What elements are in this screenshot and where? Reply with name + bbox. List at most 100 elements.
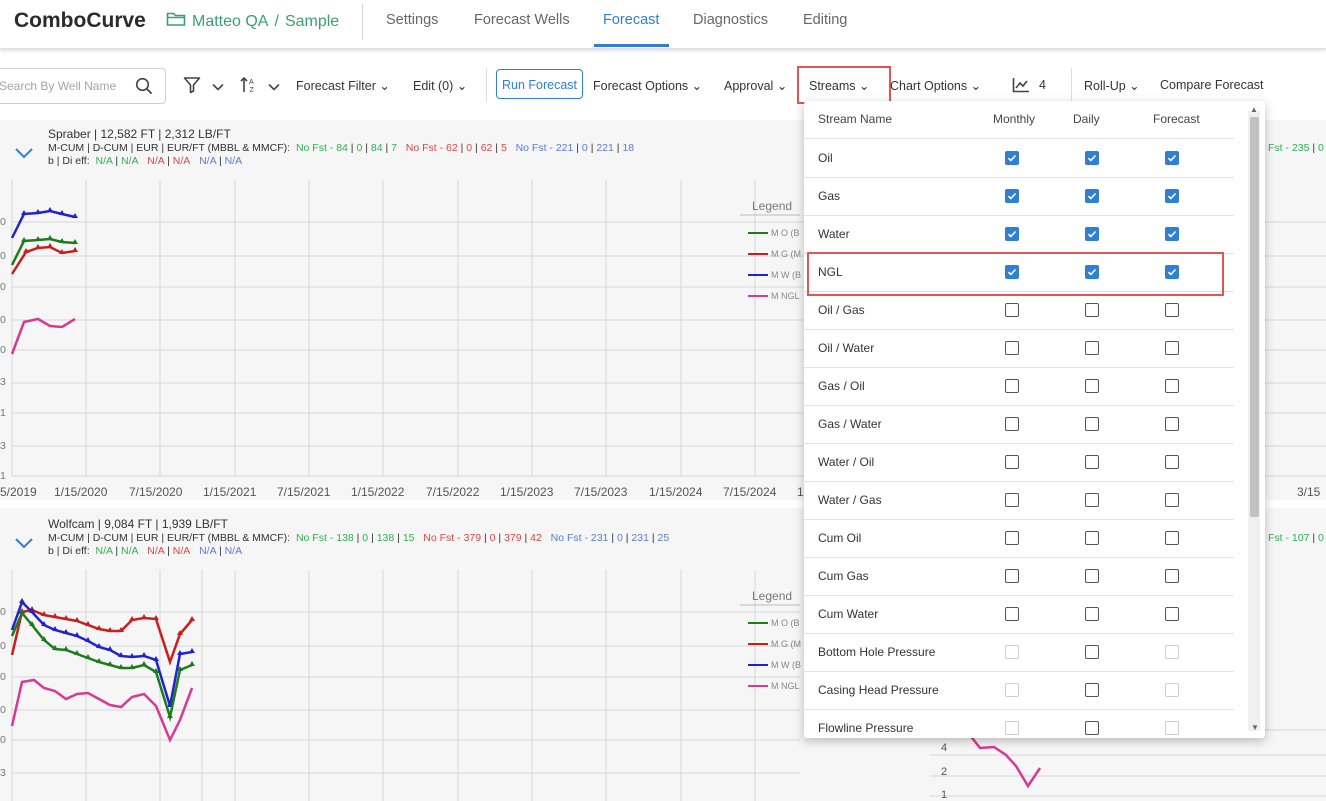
app-logo[interactable]: ComboCurve bbox=[14, 9, 146, 33]
forecast-checkbox-icon[interactable] bbox=[1165, 455, 1179, 469]
forecast-checkbox-icon[interactable] bbox=[1165, 531, 1179, 545]
chevron-down-icon[interactable] bbox=[211, 79, 225, 97]
well-stats-row: M-CUM | D-CUM | EUR | EUR/FT (MBBL & MMC… bbox=[48, 532, 670, 544]
approval-button[interactable]: Approval ⌄ bbox=[724, 78, 787, 93]
expand-icon[interactable] bbox=[14, 146, 34, 165]
forecast-checkbox-icon[interactable] bbox=[1165, 569, 1179, 583]
search-input[interactable] bbox=[0, 69, 131, 103]
breadcrumb-scenario[interactable]: Sample bbox=[285, 13, 339, 31]
filter-icon[interactable] bbox=[183, 76, 201, 99]
forecast-checkbox-icon[interactable] bbox=[1165, 303, 1179, 317]
monthly-checkbox-icon[interactable] bbox=[1005, 189, 1019, 203]
forecast-checkbox-icon[interactable] bbox=[1165, 341, 1179, 355]
breadcrumb-project[interactable]: Matteo QA bbox=[192, 13, 268, 31]
forecast-checkbox-icon[interactable] bbox=[1165, 151, 1179, 165]
monthly-checkbox-icon[interactable] bbox=[1005, 303, 1019, 317]
edit-label: Edit (0) bbox=[413, 79, 454, 93]
daily-checkbox-icon[interactable] bbox=[1085, 531, 1099, 545]
search-icon[interactable] bbox=[135, 77, 153, 100]
edit-menu-button[interactable]: Edit (0) ⌄ bbox=[413, 78, 467, 93]
chevron-down-icon: ⌄ bbox=[691, 79, 703, 93]
b-value: N/A bbox=[147, 155, 165, 167]
daily-checkbox-icon[interactable] bbox=[1085, 455, 1099, 469]
chart-options-button[interactable]: Chart Options ⌄ bbox=[890, 78, 981, 93]
oil-value: 7 bbox=[391, 142, 397, 154]
daily-checkbox-icon[interactable] bbox=[1085, 417, 1099, 431]
rollup-button[interactable]: Roll-Up ⌄ bbox=[1084, 78, 1140, 93]
expand-icon[interactable] bbox=[14, 536, 34, 555]
monthly-checkbox-icon[interactable] bbox=[1005, 417, 1019, 431]
gas-value: 379 bbox=[504, 532, 522, 544]
forecast-checkbox-icon[interactable] bbox=[1165, 417, 1179, 431]
monthly-checkbox-icon[interactable] bbox=[1005, 341, 1019, 355]
b-value: N/A bbox=[121, 545, 139, 557]
forecast-checkbox-icon[interactable] bbox=[1165, 493, 1179, 507]
water-value: 221 bbox=[596, 142, 614, 154]
daily-checkbox-icon[interactable] bbox=[1085, 303, 1099, 317]
stream-row-flowline-pressure: Flowline Pressure bbox=[804, 709, 1234, 738]
forecast-filter-button[interactable]: Forecast Filter ⌄ bbox=[296, 78, 390, 93]
stream-name-label: Gas / Oil bbox=[818, 379, 865, 393]
daily-checkbox-icon[interactable] bbox=[1085, 227, 1099, 241]
top-navigation-bar: ComboCurve Matteo QA / Sample Settings F… bbox=[0, 0, 1326, 49]
b-value: N/A bbox=[224, 545, 243, 557]
y-tick-label: 0 bbox=[0, 606, 6, 618]
daily-checkbox-icon[interactable] bbox=[1085, 379, 1099, 393]
stream-row-casing-head-pressure: Casing Head Pressure bbox=[804, 671, 1234, 710]
forecast-checkbox-icon[interactable] bbox=[1165, 227, 1179, 241]
x-tick-label: 7/15/2021 bbox=[277, 485, 331, 499]
toolbar-divider bbox=[486, 68, 487, 102]
monthly-checkbox-icon[interactable] bbox=[1005, 379, 1019, 393]
forecast-checkbox-icon[interactable] bbox=[1165, 607, 1179, 621]
daily-checkbox-icon[interactable] bbox=[1085, 151, 1099, 165]
svg-text:A: A bbox=[249, 79, 254, 86]
monthly-checkbox-icon[interactable] bbox=[1005, 455, 1019, 469]
daily-checkbox-icon[interactable] bbox=[1085, 569, 1099, 583]
folder-icon[interactable] bbox=[166, 11, 186, 32]
well-right-stats: Fst - 235 | 0 bbox=[1268, 142, 1324, 154]
forecast-options-button[interactable]: Forecast Options ⌄ bbox=[593, 78, 702, 93]
chart-icon[interactable] bbox=[1012, 77, 1030, 98]
legend-title: Legend bbox=[752, 589, 793, 603]
tab-forecast-wells[interactable]: Forecast Wells bbox=[474, 12, 570, 28]
toolbar-divider bbox=[1071, 68, 1072, 102]
tab-forecast[interactable]: Forecast bbox=[603, 12, 659, 28]
b-di-label: b | Di eff: bbox=[48, 155, 90, 167]
stream-row-gas-oil: Gas / Oil bbox=[804, 367, 1234, 406]
compare-forecast-button[interactable]: Compare Forecast bbox=[1160, 78, 1264, 92]
monthly-checkbox-icon[interactable] bbox=[1005, 531, 1019, 545]
sort-icon[interactable]: AZ bbox=[240, 76, 258, 99]
monthly-checkbox-icon[interactable] bbox=[1005, 569, 1019, 583]
scroll-down-icon[interactable]: ▼ bbox=[1251, 723, 1259, 732]
b-value: N/A bbox=[95, 545, 113, 557]
daily-checkbox-icon[interactable] bbox=[1085, 189, 1099, 203]
tab-editing[interactable]: Editing bbox=[803, 12, 847, 28]
daily-checkbox-icon[interactable] bbox=[1085, 683, 1099, 697]
gas-value: 62 bbox=[480, 142, 493, 154]
y-tick-label: 0 bbox=[0, 671, 6, 683]
scrollbar-thumb[interactable] bbox=[1250, 117, 1259, 517]
b-value: N/A bbox=[199, 545, 217, 557]
monthly-checkbox-icon[interactable] bbox=[1005, 493, 1019, 507]
chevron-down-icon[interactable] bbox=[267, 79, 281, 97]
daily-checkbox-icon[interactable] bbox=[1085, 341, 1099, 355]
forecast-checkbox-icon[interactable] bbox=[1165, 189, 1179, 203]
scroll-up-icon[interactable]: ▲ bbox=[1250, 105, 1258, 114]
b-value: N/A bbox=[147, 545, 165, 557]
tab-diagnostics[interactable]: Diagnostics bbox=[693, 12, 768, 28]
daily-checkbox-icon[interactable] bbox=[1085, 493, 1099, 507]
stream-row-water-oil: Water / Oil bbox=[804, 443, 1234, 482]
tab-settings[interactable]: Settings bbox=[386, 12, 438, 28]
daily-checkbox-icon[interactable] bbox=[1085, 721, 1099, 735]
stream-row-cum-gas: Cum Gas bbox=[804, 557, 1234, 596]
run-forecast-button[interactable]: Run Forecast bbox=[496, 69, 583, 99]
forecast-checkbox-icon[interactable] bbox=[1165, 379, 1179, 393]
daily-checkbox-icon[interactable] bbox=[1085, 645, 1099, 659]
x-tick-label: 7/15/2024 bbox=[723, 485, 777, 499]
monthly-checkbox-icon[interactable] bbox=[1005, 151, 1019, 165]
daily-checkbox-icon[interactable] bbox=[1085, 607, 1099, 621]
monthly-checkbox-icon[interactable] bbox=[1005, 227, 1019, 241]
search-box[interactable] bbox=[0, 68, 166, 104]
monthly-checkbox-icon[interactable] bbox=[1005, 607, 1019, 621]
stats-label: M-CUM | D-CUM | EUR | EUR/FT (MBBL & MMC… bbox=[48, 142, 291, 154]
